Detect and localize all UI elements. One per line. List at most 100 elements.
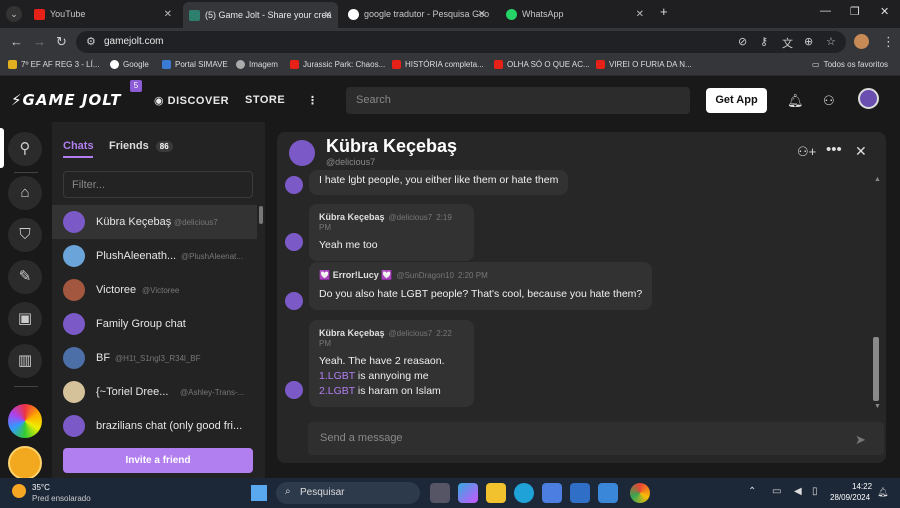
bookmark-item[interactable]: VIREI O FURIA DA N... bbox=[596, 60, 692, 69]
library-rail-icon[interactable]: ▣ bbox=[8, 302, 42, 336]
chat-list-item[interactable]: PlushAleenath... @PlushAleenat... bbox=[52, 239, 257, 273]
bookmark-star-icon[interactable]: ☆ bbox=[826, 35, 836, 48]
store-rail-icon[interactable]: ⌂ bbox=[8, 176, 42, 210]
close-chat-icon[interactable]: ✕ bbox=[855, 143, 867, 160]
more-options-icon[interactable]: ••• bbox=[826, 141, 842, 158]
taskbar-search[interactable]: ⌕ Pesquisar bbox=[276, 482, 420, 504]
community-icon[interactable] bbox=[8, 404, 42, 438]
more-menu-icon[interactable]: ⋮ bbox=[307, 94, 319, 107]
back-button[interactable]: ← bbox=[10, 34, 23, 49]
backpack-rail-icon[interactable]: ⛉ bbox=[8, 218, 42, 252]
scroll-down-icon[interactable]: ▼ bbox=[874, 403, 881, 410]
reload-button[interactable]: ↻ bbox=[56, 34, 67, 50]
windows-start-icon[interactable] bbox=[251, 485, 267, 501]
weather-widget[interactable]: 35°C Pred ensolarado bbox=[12, 482, 102, 506]
tab-chats[interactable]: Chats bbox=[63, 140, 94, 152]
all-bookmarks[interactable]: ▭ Todos os favoritos bbox=[812, 60, 888, 69]
chat-list-item[interactable]: Kübra Keçebaş @delicious7 bbox=[52, 205, 257, 239]
chat-rail-icon[interactable]: ⚲ bbox=[8, 132, 42, 166]
close-icon[interactable]: ✕ bbox=[478, 9, 486, 20]
tab-whatsapp[interactable]: WhatsApp ✕ bbox=[500, 3, 650, 25]
message-text: Do you also hate LGBT people? That's coo… bbox=[319, 288, 643, 300]
clock-date[interactable]: 28/09/2024 bbox=[830, 493, 870, 502]
avatar[interactable] bbox=[289, 140, 315, 166]
restore-button[interactable]: ❐ bbox=[850, 5, 860, 18]
clock-time[interactable]: 14:22 bbox=[852, 482, 872, 491]
photos-icon[interactable] bbox=[598, 483, 618, 503]
friends-icon[interactable]: ⚇ bbox=[823, 93, 835, 109]
bookmark-item[interactable]: 7º EF AF REG 3 - LÍ... bbox=[8, 60, 100, 69]
new-tab-button[interactable]: + bbox=[660, 4, 668, 19]
url-bar[interactable]: ⚙ gamejolt.com ⊘ ⚷ 文 ⊕ ☆ bbox=[76, 31, 846, 53]
close-icon[interactable]: ✕ bbox=[324, 10, 332, 21]
scroll-up-icon[interactable]: ▲ bbox=[874, 176, 881, 183]
message-author[interactable]: 💟 Error!Lucy 💟 bbox=[319, 270, 392, 280]
close-window-button[interactable]: ✕ bbox=[880, 5, 889, 18]
message-input[interactable]: Send a message bbox=[308, 422, 884, 455]
message-author[interactable]: Kübra Keçebaş bbox=[319, 328, 385, 338]
network-icon[interactable]: ▭ bbox=[772, 486, 781, 497]
search-input[interactable]: Search bbox=[346, 87, 690, 114]
bookmark-item[interactable]: Jurassic Park: Chaos... bbox=[290, 60, 385, 69]
community-icon[interactable] bbox=[8, 446, 42, 480]
filter-input[interactable]: Filter... bbox=[63, 171, 253, 198]
tab-friends[interactable]: Friends 86 bbox=[109, 140, 173, 152]
chat-list-item[interactable]: BF @H1t_S1ngl3_R34l_BF bbox=[52, 341, 257, 375]
bookmark-item[interactable]: Google bbox=[110, 60, 149, 69]
close-icon[interactable]: ✕ bbox=[164, 9, 172, 20]
chat-list-scrollbar[interactable] bbox=[259, 206, 263, 224]
profile-avatar[interactable] bbox=[854, 34, 869, 49]
user-avatar[interactable] bbox=[858, 88, 879, 109]
add-member-icon[interactable]: ⚇+ bbox=[797, 144, 816, 160]
task-view-icon[interactable] bbox=[430, 483, 450, 503]
chat-list-item[interactable]: brazilians chat (only good fri... bbox=[52, 409, 257, 443]
bookmark-item[interactable]: Imagem bbox=[236, 60, 278, 69]
chat-list-item[interactable]: Victoree @Victoree bbox=[52, 273, 257, 307]
notification-bell-icon[interactable]: 🔔︎ bbox=[877, 487, 888, 498]
site-info-icon[interactable]: ⚙ bbox=[86, 35, 96, 48]
store-icon[interactable] bbox=[542, 483, 562, 503]
bell-icon[interactable]: 🔔︎ bbox=[787, 93, 804, 109]
translate-icon[interactable]: 文 bbox=[782, 35, 793, 51]
menu-icon[interactable]: ⋮ bbox=[882, 34, 895, 50]
close-icon[interactable]: ✕ bbox=[636, 9, 644, 20]
bookmark-item[interactable]: HISTÓRIA completa... bbox=[392, 60, 484, 69]
copilot-icon[interactable] bbox=[458, 483, 478, 503]
mail-icon[interactable] bbox=[570, 483, 590, 503]
tracking-icon[interactable]: ⊘ bbox=[738, 35, 747, 48]
tab-gamejolt[interactable]: (5) Game Jolt - Share your crea ✕ bbox=[183, 2, 338, 28]
avatar bbox=[285, 176, 303, 194]
key-icon[interactable]: ⚷ bbox=[760, 35, 768, 48]
bookmark-item[interactable]: OLHA SÓ O QUE AC... bbox=[494, 60, 590, 69]
message-link[interactable]: 2.LGBT bbox=[319, 385, 355, 397]
tab-google-tradutor[interactable]: google tradutor - Pesquisa Goo ✕ bbox=[342, 3, 492, 25]
chat-list-item[interactable]: {~Toriel Dree... @Ashley-Trans-... bbox=[52, 375, 257, 409]
invite-friend-button[interactable]: Invite a friend bbox=[63, 448, 253, 473]
quest-rail-icon[interactable]: ✎ bbox=[8, 260, 42, 294]
store-link[interactable]: STORE bbox=[245, 94, 285, 106]
send-icon[interactable]: ➤ bbox=[855, 432, 866, 448]
avatar bbox=[63, 279, 85, 301]
gamejolt-logo[interactable]: ⚡GAME JOLT bbox=[11, 91, 122, 109]
zoom-icon[interactable]: ⊕ bbox=[804, 35, 813, 48]
edge-icon[interactable] bbox=[514, 483, 534, 503]
minimize-button[interactable]: — bbox=[820, 5, 831, 17]
bookmark-item[interactable]: Portal SIMAVE bbox=[162, 60, 228, 69]
get-app-button[interactable]: Get App bbox=[706, 88, 767, 113]
volume-icon[interactable]: ◀ bbox=[794, 486, 802, 497]
tray-chevron-icon[interactable]: ⌃ bbox=[748, 486, 756, 497]
message-author[interactable]: Kübra Keçebaş bbox=[319, 212, 385, 222]
forward-button[interactable]: → bbox=[33, 34, 46, 49]
discover-link[interactable]: ◉ DISCOVER bbox=[154, 94, 229, 107]
file-explorer-icon[interactable] bbox=[486, 483, 506, 503]
message-link[interactable]: 1.LGBT bbox=[319, 370, 355, 382]
chat-header: Kübra Keçebaş @delicious7 ⚇+ ••• ✕ bbox=[277, 132, 886, 174]
messages-scrollbar[interactable] bbox=[873, 337, 879, 401]
collection-rail-icon[interactable]: ▥ bbox=[8, 344, 42, 378]
tab-youtube[interactable]: YouTube ✕ bbox=[28, 3, 178, 25]
url-text[interactable]: gamejolt.com bbox=[104, 36, 163, 47]
chrome-icon[interactable] bbox=[630, 483, 650, 503]
battery-icon[interactable]: ▯ bbox=[812, 486, 818, 497]
chat-list-item[interactable]: Family Group chat bbox=[52, 307, 257, 341]
tab-search-icon[interactable]: ⌄ bbox=[6, 6, 22, 22]
